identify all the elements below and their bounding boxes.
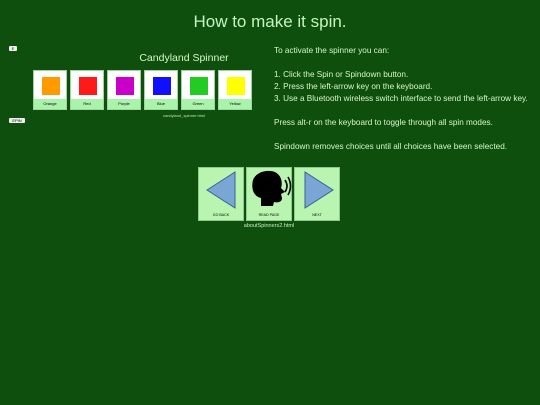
next-label: NEXT — [312, 213, 322, 217]
next-button[interactable]: NEXT — [294, 167, 340, 221]
instruction-step: 3. Use a Bluetooth wireless switch inter… — [274, 94, 528, 103]
go-back-button[interactable]: GO BACK — [198, 167, 244, 221]
spinner-choices: Orange Red Purple Blue Green Yellow — [33, 70, 252, 110]
navigation-bar: GO BACK READ PAGE NEXT — [198, 167, 340, 221]
instructions-tip: Press alt-r on the keyboard to toggle th… — [274, 118, 493, 127]
choice-label: Blue — [145, 99, 177, 109]
spin-button[interactable]: EPIN — [9, 118, 25, 123]
orange-swatch — [42, 77, 60, 95]
instructions-tip: Spindown removes choices until all choic… — [274, 142, 508, 151]
green-swatch — [190, 77, 208, 95]
choice-blue[interactable]: Blue — [144, 70, 178, 110]
red-swatch — [79, 77, 97, 95]
choice-label: Red — [71, 99, 103, 109]
choice-label: Green — [182, 99, 214, 109]
choice-yellow[interactable]: Yellow — [218, 70, 252, 110]
purple-swatch — [116, 77, 134, 95]
instructions: To activate the spinner you can: 1. Clic… — [274, 45, 536, 165]
spinner-title: Candyland Spinner — [139, 52, 229, 64]
blue-swatch — [153, 77, 171, 95]
choice-label: Orange — [34, 99, 66, 109]
choice-label: Yellow — [219, 99, 251, 109]
instructions-intro: To activate the spinner you can: — [274, 46, 390, 55]
choice-orange[interactable]: Orange — [33, 70, 67, 110]
yellow-swatch — [227, 77, 245, 95]
choice-red[interactable]: Red — [70, 70, 104, 110]
read-page-button[interactable]: READ PAGE — [246, 167, 292, 221]
choice-purple[interactable]: Purple — [107, 70, 141, 110]
e-button[interactable]: E — [9, 46, 17, 51]
spinner-caption[interactable]: candyland_spinner.html — [134, 113, 234, 118]
instruction-step: 1. Click the Spin or Spindown button. — [274, 70, 409, 79]
choice-green[interactable]: Green — [181, 70, 215, 110]
page-title: How to make it spin. — [193, 12, 347, 31]
instruction-step: 2. Press the left-arrow key on the keybo… — [274, 82, 433, 91]
about-spinners-link[interactable]: aboutSpinners2.html — [198, 223, 340, 229]
choice-label: Purple — [108, 99, 140, 109]
go-back-label: GO BACK — [212, 213, 230, 217]
read-page-label: READ PAGE — [258, 213, 280, 217]
